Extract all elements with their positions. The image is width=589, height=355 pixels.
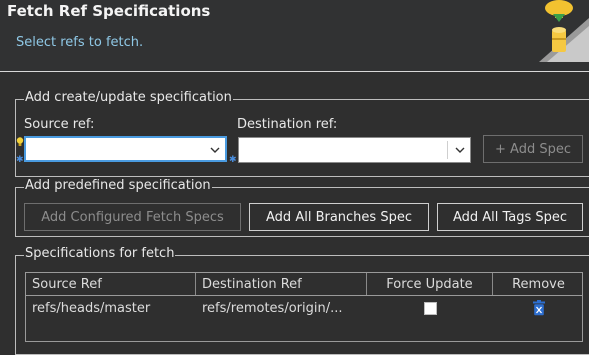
table-row[interactable]: refs/heads/master refs/remotes/origin/..…	[26, 297, 582, 321]
add-configured-fetch-specs-button[interactable]: Add Configured Fetch Specs	[24, 203, 241, 231]
fetch-banner-icon	[539, 0, 589, 62]
column-header-destination-ref[interactable]: Destination Ref	[196, 273, 367, 295]
content-assist-bulb-icon	[16, 137, 24, 146]
table-header: Source Ref Destination Ref Force Update …	[26, 273, 582, 296]
chevron-down-icon[interactable]	[208, 143, 222, 157]
header-separator	[0, 71, 589, 72]
required-marker-icon: ✱	[229, 155, 237, 165]
fetch-specs-group: Specifications for fetch Source Ref Dest…	[15, 246, 589, 355]
wizard-header: Fetch Ref Specifications Select refs to …	[0, 0, 589, 71]
page-title: Fetch Ref Specifications	[7, 2, 211, 20]
source-ref-input[interactable]	[29, 140, 198, 159]
destination-ref-label: Destination ref:	[237, 117, 338, 132]
column-header-force-update[interactable]: Force Update	[367, 273, 493, 295]
source-ref-label: Source ref:	[24, 117, 95, 132]
column-header-remove[interactable]: Remove	[493, 273, 584, 295]
add-spec-group: Add create/update specification Source r…	[15, 90, 589, 177]
trash-icon[interactable]	[532, 300, 546, 316]
add-all-branches-spec-button[interactable]: Add All Branches Spec	[249, 203, 429, 231]
destination-ref-combo[interactable]	[238, 137, 471, 163]
chevron-down-icon[interactable]	[453, 143, 467, 157]
predefined-spec-group: Add predefined specification Add Configu…	[15, 178, 589, 237]
page-subtitle: Select refs to fetch.	[16, 35, 144, 50]
add-spec-button[interactable]: + Add Spec	[483, 135, 583, 163]
source-ref-combo[interactable]	[24, 136, 227, 162]
row-source-ref: refs/heads/master	[32, 300, 151, 316]
predefined-spec-group-title: Add predefined specification	[24, 178, 212, 193]
destination-ref-input[interactable]	[242, 140, 443, 159]
remove-cell	[493, 297, 584, 319]
force-update-cell	[367, 297, 493, 319]
column-header-source-ref[interactable]: Source Ref	[26, 273, 196, 295]
combo-divider	[447, 141, 448, 159]
fetch-specs-table: Source Ref Destination Ref Force Update …	[25, 272, 583, 342]
required-marker-icon: ✱	[16, 155, 24, 165]
fetch-specs-group-title: Specifications for fetch	[24, 246, 176, 261]
row-destination-ref: refs/remotes/origin/...	[202, 300, 343, 316]
force-update-checkbox[interactable]	[423, 301, 437, 315]
add-spec-group-title: Add create/update specification	[24, 90, 233, 105]
add-all-tags-spec-button[interactable]: Add All Tags Spec	[437, 203, 583, 231]
